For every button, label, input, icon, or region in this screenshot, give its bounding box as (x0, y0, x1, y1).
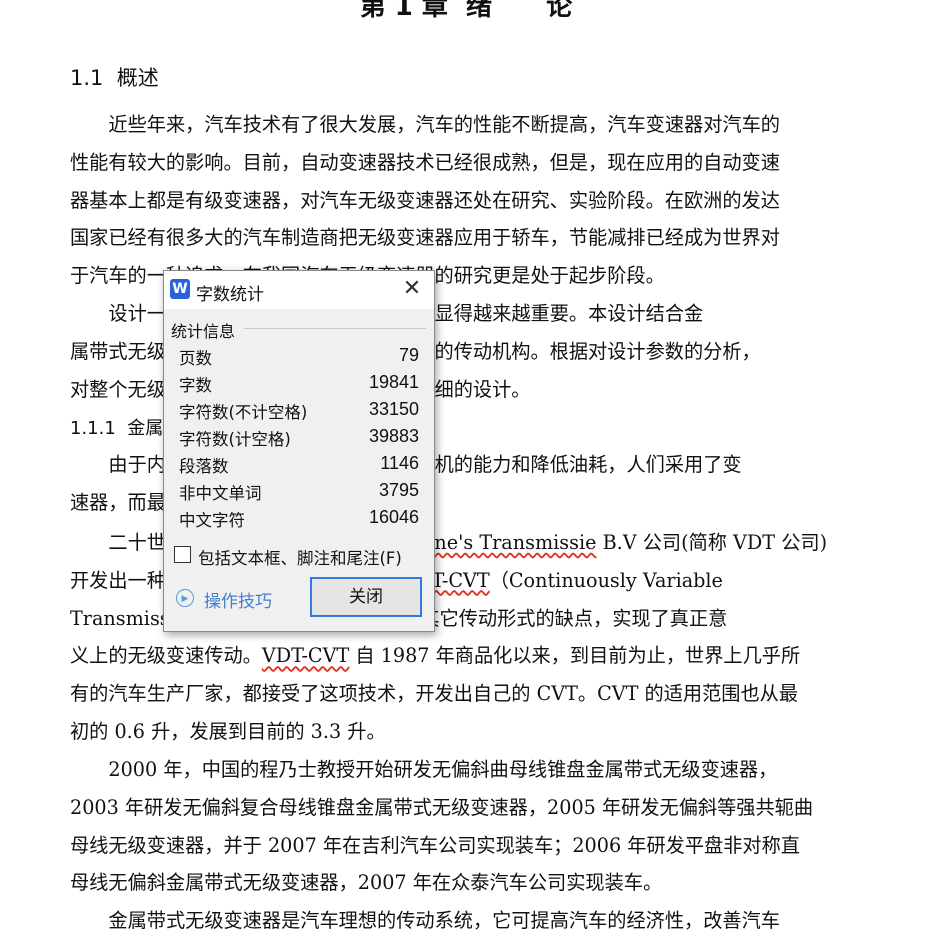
stat-label: 字符数(不计空格) (179, 403, 308, 422)
stat-label: 字符数(计空格) (179, 430, 291, 449)
stat-row-chinese-chars: 中文字符 16046 (179, 505, 419, 532)
paragraph-5: 2000 年，中国的程乃士教授开始研发无偏斜曲母线锥盘金属带式无级变速器， 20… (70, 751, 870, 902)
stat-value: 19841 (368, 372, 419, 392)
text-run: （Continuously Variable (489, 568, 723, 592)
stat-row-chars-no-spaces: 字符数(不计空格) 33150 (179, 397, 419, 424)
paragraph-line: 性能有较大的影响。目前，自动变速器技术已经很成熟，但是，现在应用的自动变速 (70, 150, 780, 174)
stat-label: 页数 (179, 349, 212, 368)
paragraph-line: 近些年来，汽车技术有了很大发展，汽车的性能不断提高，汽车变速器对汽车的 (108, 113, 780, 136)
paragraph-1: 近些年来，汽车技术有了很大发展，汽车的性能不断提高，汽车变速器对汽车的 性能有较… (70, 106, 870, 295)
dialog-titlebar[interactable]: W 字数统计 ✕ (164, 271, 434, 309)
include-textboxes-label[interactable]: 包括文本框、脚注和尾注(F) (198, 545, 402, 569)
word-count-dialog: W 字数统计 ✕ 统计信息 页数 79 字数 19841 字符数(不计空格) 3… (163, 270, 435, 632)
paragraph-line: 国家已经有很多大的汽车制造商把无级变速器应用于轿车，节能减排已经成为世界对 (70, 226, 780, 250)
chapter-title: 第 1 章 绪 论 (359, 0, 573, 22)
stat-label: 非中文单词 (179, 484, 262, 503)
text-run: 义上的无级变速传动。 (70, 644, 262, 668)
paragraph-line: 金属带式无级变速器是汽车理想的传动系统，它可提高汽车的经济性，改善汽车 (108, 909, 780, 932)
stat-label: 字数 (179, 376, 212, 395)
close-button[interactable]: 关闭 (310, 577, 422, 617)
statistics-list: 页数 79 字数 19841 字符数(不计空格) 33150 字符数(计空格) … (179, 343, 419, 532)
paragraph-6: 金属带式无级变速器是汽车理想的传动系统，它可提高汽车的经济性，改善汽车 (70, 902, 870, 940)
paragraph-line: 母线无偏斜金属带式无级变速器，2007 年在众泰汽车公司实现装车。 (70, 871, 663, 895)
statistics-group-label: 统计信息 (171, 322, 236, 341)
stat-row-chars-with-spaces: 字符数(计空格) 39883 (179, 424, 419, 451)
tips-link-label[interactable]: 操作技巧 (204, 587, 272, 612)
paragraph-line: 2000 年，中国的程乃士教授开始研发无偏斜曲母线锥盘金属带式无级变速器， (108, 758, 778, 781)
paragraph-line: 有的汽车生产厂家，都接受了这项技术，开发出自己的 CVT。CVT 的适用范围也从… (70, 682, 799, 706)
paragraph-line: 义上的无级变速传动。VDT-CVT 自 1987 年商品化以来，到目前为止，世界… (70, 637, 870, 675)
text-run: B.V 公司(简称 VDT 公司) (596, 531, 828, 554)
stat-value: 33150 (368, 399, 419, 419)
stat-value: 39883 (368, 426, 419, 446)
dialog-title: 字数统计 (196, 285, 264, 305)
stat-label: 段落数 (179, 457, 229, 476)
stat-value: 3795 (378, 480, 419, 500)
document-page: 第 1 章 绪 论 1.1 概述 近些年来，汽车技术有了很大发展，汽车的性能不断… (0, 0, 932, 935)
wps-writer-icon: W (170, 279, 190, 299)
include-textboxes-checkbox[interactable] (174, 546, 191, 563)
paragraph-line: 2003 年研发无偏斜复合母线锥盘金属带式无级变速器，2005 年研发无偏斜等强… (70, 795, 814, 819)
text-run: 自 1987 年商品化以来，到目前为止，世界上几乎所 (349, 644, 801, 668)
paragraph-line: 器基本上都是有级变速器，对汽车无级变速器还处在研究、实验阶段。在欧洲的发达 (70, 188, 780, 212)
spellcheck-text: VDT-CVT (261, 644, 350, 668)
paragraph-line: 母线无级变速器，并于 2007 年在吉利汽车公司实现装车；2006 年研发平盘非… (70, 833, 800, 857)
paragraph-line: 初的 0.6 升，发展到目前的 3.3 升。 (70, 719, 386, 743)
stat-row-pages: 页数 79 (179, 343, 419, 370)
stat-value: 1146 (380, 453, 419, 473)
stat-row-non-chinese-words: 非中文单词 3795 (179, 478, 419, 505)
stat-row-paragraphs: 段落数 1146 (179, 451, 419, 478)
group-divider (244, 328, 426, 329)
play-icon: ▶ (176, 589, 194, 607)
close-icon[interactable]: ✕ (398, 275, 426, 303)
stat-label: 中文字符 (179, 511, 245, 530)
stat-row-words: 字数 19841 (179, 370, 419, 397)
stat-value: 79 (398, 345, 419, 365)
stat-value: 16046 (368, 507, 419, 527)
section-heading-1-1: 1.1 概述 (70, 66, 159, 90)
